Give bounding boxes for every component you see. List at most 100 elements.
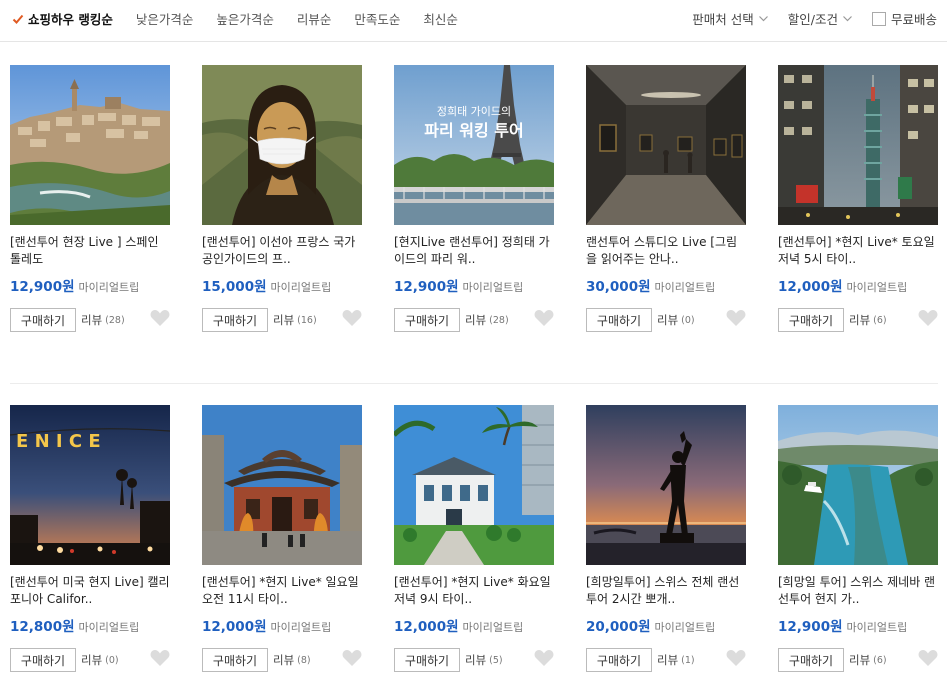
heart-icon[interactable] (534, 309, 554, 327)
review-count: (5) (489, 654, 503, 666)
seller-name: 마이리얼트립 (846, 621, 908, 634)
card-actions: 구매하기 리뷰 (6) (778, 308, 938, 332)
heart-icon[interactable] (342, 309, 362, 327)
product-title[interactable]: [랜선투어] *현지 Live* 토요일 저녁 5시 타이.. (778, 234, 938, 268)
product-price: 30,000원 (586, 279, 651, 295)
review-link[interactable]: 리뷰 (6) (849, 312, 887, 328)
sort-ranking[interactable]: 쇼핑하우 랭킹순 (12, 9, 113, 28)
product-price: 12,000원 (394, 619, 459, 635)
card-actions: 구매하기 리뷰 (6) (778, 648, 938, 672)
review-count: (0) (105, 654, 119, 666)
buy-button[interactable]: 구매하기 (586, 648, 652, 672)
seller-name: 마이리얼트립 (654, 621, 716, 634)
product-thumbnail-villa[interactable] (394, 405, 554, 565)
review-link[interactable]: 리뷰 (28) (465, 312, 509, 328)
product-thumbnail-temple[interactable] (202, 405, 362, 565)
heart-icon[interactable] (726, 309, 746, 327)
product-thumbnail-toledo[interactable] (10, 65, 170, 225)
filter-group: 판매처 선택 할인/조건 무료배송 (672, 9, 937, 28)
sort-review[interactable]: 리뷰순 (297, 9, 332, 28)
sort-options: 쇼핑하우 랭킹순 낮은가격순 높은가격순 리뷰순 만족도순 최신순 (12, 9, 481, 28)
price-line: 30,000원 마이리얼트립 (586, 275, 746, 295)
seller-name: 마이리얼트립 (846, 281, 908, 294)
product-title[interactable]: [현지Live 랜선투어] 정희태 가이드의 파리 워.. (394, 234, 554, 268)
seller-name: 마이리얼트립 (462, 281, 524, 294)
product-thumbnail-statue-sunset[interactable] (586, 405, 746, 565)
sort-bar: 쇼핑하우 랭킹순 낮은가격순 높은가격순 리뷰순 만족도순 최신순 판매처 선택… (0, 0, 947, 42)
seller-select-dropdown[interactable]: 판매처 선택 (692, 9, 768, 28)
product-thumbnail-venice-sign[interactable]: E N I C E (10, 405, 170, 565)
product-title[interactable]: [랜선투어] *현지 Live* 화요일 저녁 9시 타이.. (394, 574, 554, 608)
review-count: (8) (297, 654, 311, 666)
review-link[interactable]: 리뷰 (28) (81, 312, 125, 328)
buy-button[interactable]: 구매하기 (10, 648, 76, 672)
review-link[interactable]: 리뷰 (8) (273, 652, 311, 668)
product-card: [희망일투어] 스위스 전체 랜선투어 2시간 뽀개.. 20,000원 마이리… (586, 405, 746, 672)
product-title[interactable]: [희망일투어] 스위스 전체 랜선투어 2시간 뽀개.. (586, 574, 746, 608)
heart-icon[interactable] (150, 309, 170, 327)
price-line: 12,900원 마이리얼트립 (778, 615, 938, 635)
product-thumbnail-paris[interactable]: 정희태 가이드의 파리 워킹 투어 (394, 65, 554, 225)
review-link[interactable]: 리뷰 (1) (657, 652, 695, 668)
card-actions: 구매하기 리뷰 (28) (394, 308, 554, 332)
chevron-down-icon (758, 15, 768, 21)
card-actions: 구매하기 리뷰 (5) (394, 648, 554, 672)
heart-icon[interactable] (342, 649, 362, 667)
product-title[interactable]: [랜선투어] *현지 Live* 일요일 오전 11시 타이.. (202, 574, 362, 608)
product-thumbnail-mona-lisa[interactable] (202, 65, 362, 225)
card-actions: 구매하기 리뷰 (16) (202, 308, 362, 332)
product-card: [랜선투어 현장 Live ] 스페인 톨레도 12,900원 마이리얼트립 구… (10, 65, 170, 332)
heart-icon[interactable] (726, 649, 746, 667)
card-actions: 구매하기 리뷰 (8) (202, 648, 362, 672)
free-shipping-checkbox[interactable]: 무료배송 (871, 9, 937, 28)
sort-satisfaction[interactable]: 만족도순 (354, 9, 400, 28)
seller-name: 마이리얼트립 (654, 281, 716, 294)
heart-icon[interactable] (918, 309, 938, 327)
review-link[interactable]: 리뷰 (6) (849, 652, 887, 668)
product-thumbnail-geneva-river[interactable] (778, 405, 938, 565)
product-title[interactable]: [랜선투어 미국 현지 Live] 캘리포니아 Califor.. (10, 574, 170, 608)
sort-latest[interactable]: 최신순 (423, 9, 458, 28)
seller-name: 마이리얼트립 (78, 621, 140, 634)
product-thumbnail-taipei-night[interactable] (778, 65, 938, 225)
product-price: 12,900원 (394, 279, 459, 295)
discount-dropdown[interactable]: 할인/조건 (788, 9, 852, 28)
product-title[interactable]: [희망일 투어] 스위스 제네바 랜선투어 현지 가.. (778, 574, 938, 608)
thumbnail-caption: 정희태 가이드의 (437, 105, 511, 118)
sort-high-price[interactable]: 높은가격순 (216, 9, 274, 28)
review-link[interactable]: 리뷰 (16) (273, 312, 317, 328)
product-card: 정희태 가이드의 파리 워킹 투어 [현지Live 랜선투어] 정희태 가이드의… (394, 65, 554, 332)
heart-icon[interactable] (150, 649, 170, 667)
buy-button[interactable]: 구매하기 (202, 308, 268, 332)
product-title[interactable]: [랜선투어] 이선아 프랑스 국가공인가이드의 프.. (202, 234, 362, 268)
product-title[interactable]: 랜선투어 스튜디오 Live [그림을 읽어주는 안나.. (586, 234, 746, 268)
product-title[interactable]: [랜선투어 현장 Live ] 스페인 톨레도 (10, 234, 170, 268)
chevron-down-icon (843, 15, 852, 21)
checkbox-box[interactable] (871, 11, 886, 26)
review-link[interactable]: 리뷰 (0) (657, 312, 695, 328)
product-thumbnail-gallery[interactable] (586, 65, 746, 225)
price-line: 20,000원 마이리얼트립 (586, 615, 746, 635)
buy-button[interactable]: 구매하기 (202, 648, 268, 672)
review-link[interactable]: 리뷰 (0) (81, 652, 119, 668)
buy-button[interactable]: 구매하기 (10, 308, 76, 332)
sort-low-price[interactable]: 낮은가격순 (136, 9, 194, 28)
card-actions: 구매하기 리뷰 (0) (586, 308, 746, 332)
review-link[interactable]: 리뷰 (5) (465, 652, 503, 668)
buy-button[interactable]: 구매하기 (778, 308, 844, 332)
row-divider (10, 383, 938, 384)
card-actions: 구매하기 리뷰 (0) (10, 648, 170, 672)
product-card: 랜선투어 스튜디오 Live [그림을 읽어주는 안나.. 30,000원 마이… (586, 65, 746, 332)
buy-button[interactable]: 구매하기 (586, 308, 652, 332)
heart-icon[interactable] (918, 649, 938, 667)
heart-icon[interactable] (534, 649, 554, 667)
product-price: 12,000원 (778, 279, 843, 295)
buy-button[interactable]: 구매하기 (778, 648, 844, 672)
buy-button[interactable]: 구매하기 (394, 308, 460, 332)
product-price: 12,800원 (10, 619, 75, 635)
product-card: [희망일 투어] 스위스 제네바 랜선투어 현지 가.. 12,900원 마이리… (778, 405, 938, 672)
product-price: 12,900원 (10, 279, 75, 295)
product-price: 20,000원 (586, 619, 651, 635)
buy-button[interactable]: 구매하기 (394, 648, 460, 672)
review-count: (28) (489, 314, 509, 326)
